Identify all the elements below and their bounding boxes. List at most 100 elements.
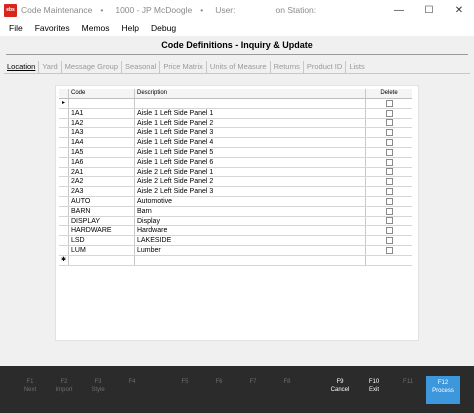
delete-cell[interactable] (366, 246, 412, 255)
code-cell[interactable]: BARN (69, 206, 135, 216)
code-cell[interactable] (69, 99, 135, 108)
tab-product-id[interactable]: Product ID (304, 61, 347, 73)
tab-yard[interactable]: Yard (39, 61, 62, 73)
delete-cell[interactable] (366, 256, 412, 265)
table-row[interactable]: BARN Barn (59, 206, 412, 217)
fkey-f12-process-button[interactable]: F12 Process (426, 376, 460, 404)
delete-checkbox[interactable] (385, 158, 393, 166)
delete-cell[interactable] (366, 109, 412, 118)
code-cell[interactable]: LSD (69, 236, 135, 245)
delete-checkbox[interactable] (385, 217, 393, 225)
table-row-current[interactable]: ▸ (59, 99, 412, 109)
table-row[interactable]: 1A5 Aisle 1 Left Side Panel 5 (59, 147, 412, 158)
fkey-f9-cancel-button[interactable]: F9 Cancel (323, 378, 357, 402)
row-selector[interactable] (59, 226, 69, 236)
row-selector[interactable] (59, 236, 69, 245)
description-cell[interactable] (135, 255, 366, 265)
column-header-code[interactable]: Code (69, 89, 135, 98)
table-row[interactable]: 1A6 Aisle 1 Left Side Panel 6 (59, 157, 412, 168)
delete-cell[interactable] (366, 217, 412, 226)
code-cell[interactable]: 2A1 (69, 167, 135, 177)
description-cell[interactable]: Automotive (135, 196, 366, 206)
menu-favorites[interactable]: Favorites (29, 23, 76, 33)
row-selector[interactable] (59, 157, 69, 167)
delete-cell[interactable] (366, 207, 412, 216)
delete-cell[interactable] (366, 128, 412, 137)
code-cell[interactable]: 1A1 (69, 108, 135, 118)
row-selector[interactable] (59, 108, 69, 118)
delete-cell[interactable] (366, 158, 412, 167)
delete-checkbox[interactable] (385, 129, 393, 137)
table-row[interactable]: HARDWARE Hardware (59, 226, 412, 237)
code-cell[interactable]: 1A6 (69, 157, 135, 167)
description-cell[interactable]: Hardware (135, 226, 366, 236)
delete-checkbox[interactable] (385, 227, 393, 235)
menu-debug[interactable]: Debug (145, 23, 182, 33)
description-cell[interactable]: Aisle 1 Left Side Panel 2 (135, 118, 366, 128)
code-cell[interactable]: AUTO (69, 196, 135, 206)
minimize-icon[interactable]: — (384, 0, 414, 20)
code-cell[interactable] (69, 255, 135, 265)
code-cell[interactable]: 1A2 (69, 118, 135, 128)
delete-checkbox[interactable] (385, 148, 393, 156)
delete-checkbox[interactable] (385, 139, 393, 147)
code-cell[interactable]: DISPLAY (69, 216, 135, 226)
table-row[interactable]: 1A1 Aisle 1 Left Side Panel 1 (59, 108, 412, 119)
row-selector[interactable] (59, 196, 69, 206)
code-cell[interactable]: HARDWARE (69, 226, 135, 236)
table-row-new[interactable]: ✱ (59, 255, 412, 266)
menu-file[interactable]: File (0, 23, 29, 33)
fkey-f10-exit-button[interactable]: F10 Exit (357, 378, 391, 402)
delete-checkbox[interactable] (385, 109, 393, 117)
tab-returns[interactable]: Returns (271, 61, 304, 73)
row-selector[interactable] (59, 167, 69, 177)
delete-checkbox[interactable] (385, 178, 393, 186)
delete-checkbox[interactable] (385, 237, 393, 245)
delete-cell[interactable] (366, 187, 412, 196)
table-row[interactable]: 1A4 Aisle 1 Left Side Panel 4 (59, 138, 412, 148)
row-selector[interactable] (59, 147, 69, 157)
tab-lists[interactable]: Lists (346, 61, 367, 73)
row-selector[interactable] (59, 187, 69, 196)
description-cell[interactable]: Lumber (135, 245, 366, 255)
delete-checkbox[interactable] (385, 197, 393, 205)
table-row[interactable]: 2A3 Aisle 2 Left Side Panel 3 (59, 187, 412, 197)
description-cell[interactable]: Aisle 2 Left Side Panel 1 (135, 167, 366, 177)
code-cell[interactable]: 2A3 (69, 187, 135, 196)
description-cell[interactable]: Display (135, 216, 366, 226)
delete-checkbox[interactable] (385, 246, 393, 254)
code-cell[interactable]: LUM (69, 245, 135, 255)
tab-units-of-measure[interactable]: Units of Measure (207, 61, 271, 73)
delete-cell[interactable] (366, 138, 412, 147)
delete-cell[interactable] (366, 197, 412, 206)
description-cell[interactable]: Barn (135, 206, 366, 216)
delete-cell[interactable] (366, 226, 412, 235)
row-selector[interactable] (59, 118, 69, 128)
description-cell[interactable] (135, 99, 366, 108)
code-cell[interactable]: 1A5 (69, 147, 135, 157)
description-cell[interactable]: Aisle 2 Left Side Panel 3 (135, 187, 366, 196)
description-cell[interactable]: Aisle 1 Left Side Panel 4 (135, 138, 366, 147)
delete-checkbox[interactable] (385, 207, 393, 215)
close-icon[interactable]: ✕ (444, 0, 474, 20)
description-cell[interactable]: Aisle 2 Left Side Panel 2 (135, 177, 366, 187)
row-selector[interactable] (59, 245, 69, 255)
code-cell[interactable]: 2A2 (69, 177, 135, 187)
delete-checkbox[interactable] (385, 188, 393, 196)
description-cell[interactable]: Aisle 1 Left Side Panel 6 (135, 157, 366, 167)
row-selector[interactable] (59, 206, 69, 216)
description-cell[interactable]: Aisle 1 Left Side Panel 1 (135, 108, 366, 118)
delete-cell[interactable] (366, 177, 412, 186)
description-cell[interactable]: Aisle 1 Left Side Panel 5 (135, 147, 366, 157)
table-row[interactable]: 2A2 Aisle 2 Left Side Panel 2 (59, 177, 412, 188)
delete-checkbox[interactable] (385, 168, 393, 176)
table-row[interactable]: 2A1 Aisle 2 Left Side Panel 1 (59, 167, 412, 178)
table-row[interactable]: 1A2 Aisle 1 Left Side Panel 2 (59, 118, 412, 129)
delete-checkbox[interactable] (385, 99, 393, 107)
delete-cell[interactable] (366, 236, 412, 245)
row-selector[interactable] (59, 177, 69, 187)
code-cell[interactable]: 1A3 (69, 128, 135, 138)
code-cell[interactable]: 1A4 (69, 138, 135, 147)
delete-checkbox[interactable] (385, 119, 393, 127)
menu-help[interactable]: Help (116, 23, 145, 33)
